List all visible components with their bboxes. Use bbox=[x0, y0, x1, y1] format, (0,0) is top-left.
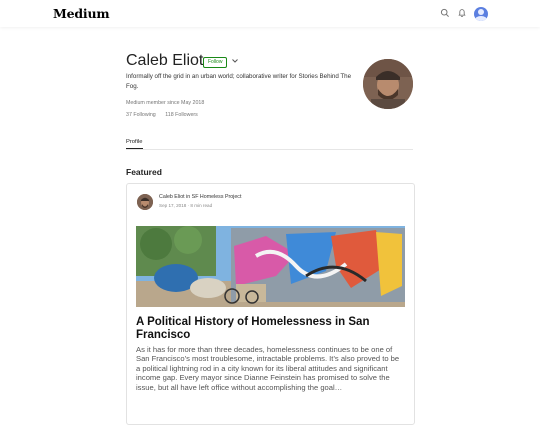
medium-logo[interactable]: Medium bbox=[53, 6, 110, 21]
story-excerpt[interactable]: As it has for more than three decades, h… bbox=[136, 345, 401, 392]
following-link[interactable]: 37 Following bbox=[126, 112, 156, 118]
profile-name: Caleb Eliot bbox=[126, 52, 204, 69]
followers-link[interactable]: 118 Followers bbox=[165, 112, 198, 118]
member-since: Medium member since May 2018 bbox=[126, 100, 205, 106]
top-navbar: Medium bbox=[0, 0, 540, 27]
story-title[interactable]: A Political History of Homelessness in S… bbox=[136, 316, 376, 342]
bell-icon[interactable] bbox=[457, 8, 467, 18]
tab-profile[interactable]: Profile bbox=[126, 139, 142, 145]
card-meta: Sep 17, 2018 · 8 min read bbox=[159, 203, 213, 208]
profile-bio: Informally off the grid in an urban worl… bbox=[126, 73, 352, 90]
tab-divider bbox=[126, 149, 413, 150]
chevron-down-icon[interactable] bbox=[231, 57, 239, 65]
search-icon[interactable] bbox=[440, 8, 450, 18]
card-author-line[interactable]: Caleb Eliot in SF Homeless Project bbox=[159, 194, 241, 200]
featured-story-card[interactable]: Caleb Eliot in SF Homeless Project Sep 1… bbox=[126, 183, 415, 425]
profile-photo bbox=[363, 59, 413, 109]
user-avatar-icon[interactable] bbox=[474, 7, 488, 21]
follow-stats: 37 Following 118 Followers bbox=[126, 112, 206, 118]
follow-button[interactable]: Follow bbox=[203, 57, 228, 68]
story-image[interactable] bbox=[136, 226, 405, 307]
featured-heading: Featured bbox=[126, 167, 162, 177]
author-avatar[interactable] bbox=[137, 194, 153, 210]
